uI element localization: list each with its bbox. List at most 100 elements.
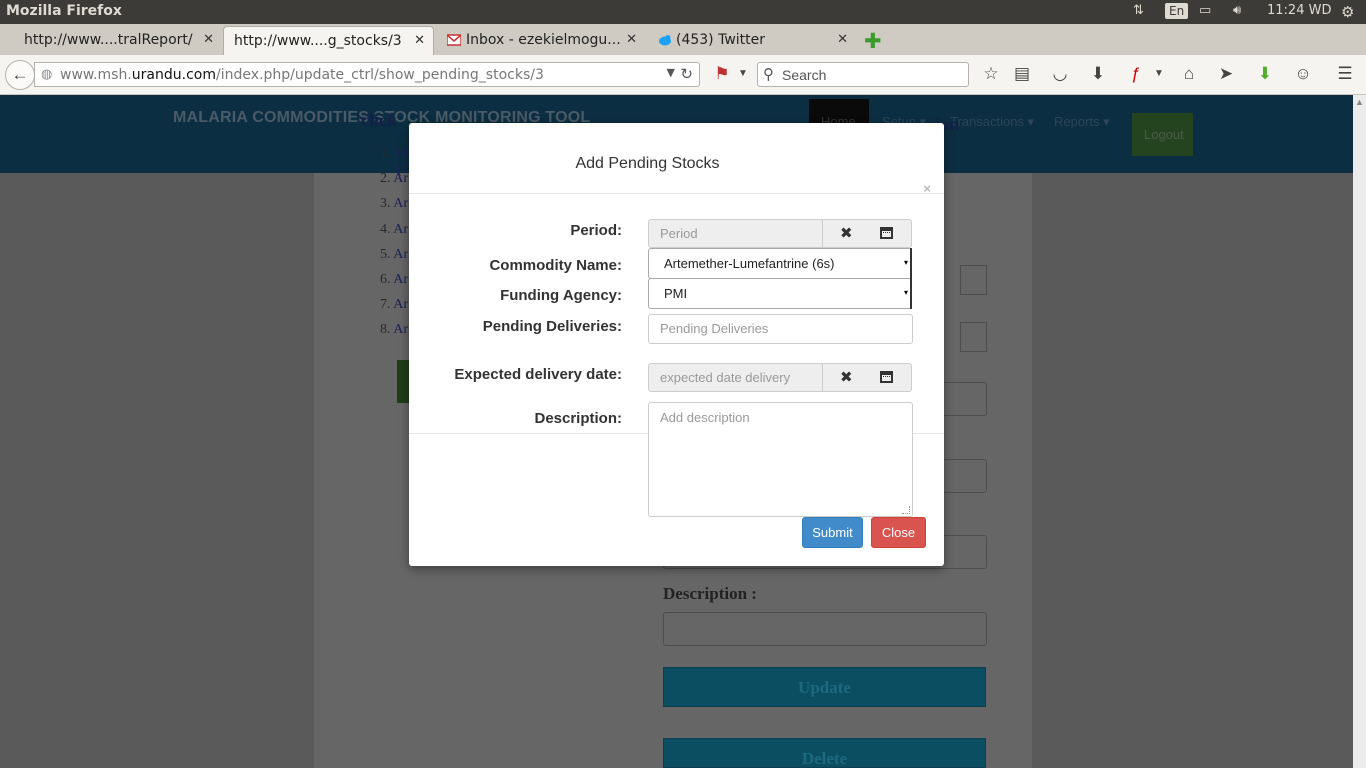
- clear-date-icon[interactable]: ✖: [840, 368, 853, 386]
- resize-grip-icon[interactable]: [902, 506, 910, 514]
- list-number: 6.: [380, 271, 391, 287]
- date-calendar-icon[interactable]: [880, 371, 893, 383]
- tab-central-report[interactable]: http://www....tralReport/ ✕: [0, 26, 222, 55]
- funding-value: PMI: [664, 286, 688, 301]
- bg-description-input[interactable]: [663, 612, 987, 646]
- list-text: Ar: [393, 322, 409, 338]
- list-item[interactable]: 5. Ar: [380, 247, 409, 272]
- description-textarea[interactable]: Add description: [648, 402, 913, 517]
- list-item[interactable]: 2. Ar: [380, 171, 409, 196]
- modal-title: Add Pending Stocks: [575, 155, 720, 172]
- bg-update-button[interactable]: Update: [663, 667, 986, 707]
- period-calendar-icon[interactable]: [880, 227, 893, 239]
- list-item[interactable]: 1. M (F: [380, 146, 409, 177]
- back-button[interactable]: ←: [5, 60, 35, 90]
- bg-select-arrow[interactable]: [960, 322, 987, 352]
- volume-icon[interactable]: 🔊︎: [1233, 3, 1241, 18]
- bg-select-arrow[interactable]: [960, 265, 987, 295]
- list-item[interactable]: 8. Ar: [380, 322, 409, 347]
- navigation-toolbar: ← ◍ www.msh.urandu.com/index.php/update_…: [0, 55, 1366, 95]
- list-text: Ar: [393, 246, 409, 262]
- list-item[interactable]: 3. Ar: [380, 196, 409, 221]
- pending-deliveries-input[interactable]: Pending Deliveries: [648, 314, 913, 344]
- scroll-up-icon[interactable]: ▲: [1355, 97, 1364, 107]
- modal-header-divider: [409, 193, 944, 194]
- download-helper-icon[interactable]: ⬇: [1254, 64, 1276, 84]
- home-icon[interactable]: ⌂: [1178, 64, 1200, 84]
- tab-close-icon[interactable]: ✕: [203, 32, 214, 47]
- downloads-icon[interactable]: ⬇: [1087, 64, 1109, 84]
- period-input[interactable]: Period: [648, 219, 823, 248]
- list-number: 8.: [380, 322, 391, 338]
- add-pending-stocks-modal: Add Pending Stocks × Period: Period ✖ Co…: [409, 123, 944, 566]
- chevron-down-icon: ▾: [903, 288, 908, 297]
- chevron-down-icon: ▾: [903, 258, 908, 267]
- commodity-select[interactable]: Artemether-Lumefantrine (6s) ▾: [648, 248, 912, 279]
- list-number: 5.: [380, 246, 391, 262]
- list-item[interactable]: 4. Ar: [380, 222, 409, 247]
- bookmark-star-icon[interactable]: ☆: [980, 64, 1002, 84]
- close-button[interactable]: Close: [871, 517, 926, 548]
- tab-close-icon[interactable]: ✕: [626, 32, 637, 47]
- bg-delete-button[interactable]: Delete: [663, 738, 986, 768]
- site-info-icon[interactable]: ◍: [41, 67, 52, 82]
- system-settings-icon[interactable]: ⚙: [1341, 3, 1354, 21]
- list-number: 2.: [380, 171, 391, 187]
- chat-icon[interactable]: ☺: [1292, 64, 1314, 84]
- pocket-icon[interactable]: ◡: [1049, 64, 1071, 84]
- period-picker-addon: ✖: [823, 219, 912, 248]
- list-text: Ar: [393, 196, 409, 212]
- list-text: Ar: [393, 171, 409, 187]
- modal-close-icon[interactable]: ×: [923, 181, 931, 196]
- addon-dropdown-icon[interactable]: ▼: [732, 68, 754, 79]
- battery-icon[interactable]: ▭: [1199, 3, 1211, 18]
- tab-label: http://www....g_stocks/3: [234, 33, 402, 49]
- funding-agency-select[interactable]: PMI ▾: [648, 278, 912, 309]
- gmail-icon: [447, 34, 461, 46]
- flash-icon[interactable]: ƒ: [1125, 64, 1147, 84]
- expected-date-label: Expected delivery date:: [454, 366, 622, 383]
- bg-description-label: Description :: [663, 584, 757, 603]
- search-bar[interactable]: ⚲ Search: [757, 62, 969, 87]
- tab-close-icon[interactable]: ✕: [414, 33, 425, 48]
- commodity-label: Commodity Name:: [489, 257, 622, 274]
- description-placeholder: Add description: [660, 410, 750, 425]
- submit-button[interactable]: Submit: [802, 517, 863, 548]
- commodity-value: Artemether-Lumefantrine (6s): [664, 256, 835, 271]
- url-prefix: www.msh.: [60, 67, 132, 83]
- os-top-panel: Mozilla Firefox ⇅ En ▭ 🔊︎ 11:24 WD ⚙: [0, 0, 1366, 24]
- list-number: 3.: [380, 196, 391, 212]
- url-history-dropdown-icon[interactable]: ▼: [667, 66, 675, 79]
- page-scrollbar[interactable]: ▲: [1353, 95, 1366, 768]
- list-item[interactable]: 6. Ar: [380, 272, 409, 297]
- tab-gmail-inbox[interactable]: Inbox - ezekielmogu... ✕: [435, 26, 645, 55]
- send-icon[interactable]: ➤: [1215, 64, 1237, 84]
- nav-transactions-label: Transactions: [950, 114, 1024, 129]
- reading-list-icon[interactable]: ▤: [1011, 64, 1033, 84]
- active-app-name: Mozilla Firefox: [6, 3, 122, 19]
- nav-transactions[interactable]: Transactions ▾: [950, 114, 1034, 130]
- menu-icon[interactable]: ☰: [1334, 64, 1356, 84]
- tab-close-icon[interactable]: ✕: [837, 32, 848, 47]
- list-number: 4.: [380, 221, 391, 237]
- logout-button[interactable]: Logout: [1132, 113, 1193, 156]
- clear-period-icon[interactable]: ✖: [840, 224, 853, 242]
- list-text: M: [394, 146, 407, 161]
- network-icon[interactable]: ⇅: [1133, 3, 1144, 18]
- description-label: Description:: [534, 410, 622, 427]
- addon-blocked-icon[interactable]: ⚑: [711, 64, 733, 84]
- url-bar[interactable]: ◍ www.msh.urandu.com/index.php/update_ct…: [34, 62, 700, 87]
- new-tab-icon[interactable]: ✚: [864, 29, 882, 54]
- flash-dropdown-icon[interactable]: ▼: [1148, 68, 1170, 79]
- clock[interactable]: 11:24 WD: [1267, 3, 1331, 18]
- tab-strip: http://www....tralReport/ ✕ http://www..…: [0, 24, 1366, 55]
- nav-reports[interactable]: Reports ▾: [1054, 114, 1110, 130]
- expected-date-input[interactable]: expected date delivery: [648, 363, 823, 392]
- tab-twitter[interactable]: (453) Twitter ✕: [646, 26, 856, 55]
- reload-icon[interactable]: ↻: [680, 65, 693, 83]
- keyboard-layout-indicator[interactable]: En: [1165, 3, 1189, 19]
- pending-deliveries-label: Pending Deliveries:: [482, 318, 622, 335]
- tab-pending-stocks[interactable]: http://www....g_stocks/3 ✕: [223, 26, 434, 55]
- url-host: urandu.com: [131, 67, 216, 83]
- list-item[interactable]: 7. Ar: [380, 297, 409, 322]
